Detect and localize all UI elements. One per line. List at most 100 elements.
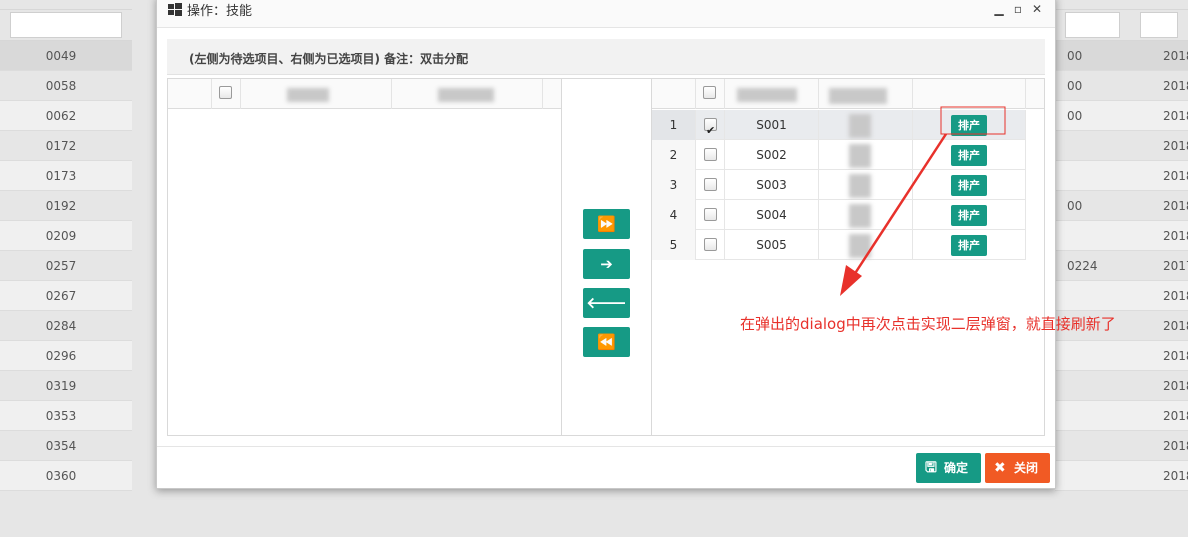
double-chevron-right-icon: ⏩ bbox=[597, 215, 616, 233]
bg-table-row-date: 2018 bbox=[1130, 191, 1188, 221]
item-code: S003 bbox=[725, 170, 819, 200]
bg-table-row-id[interactable]: 0173 bbox=[0, 161, 132, 191]
background-table-mid-column: 00 00 00 00 0224 bbox=[1055, 0, 1130, 493]
row-checkbox[interactable] bbox=[704, 148, 717, 161]
row-checkbox-cell bbox=[696, 140, 725, 170]
bg-table-row-id[interactable]: 0062 bbox=[0, 101, 132, 131]
schedule-button[interactable]: 排产 bbox=[951, 235, 987, 256]
selected-item-row[interactable]: 4 S004 排产 bbox=[652, 200, 1026, 230]
selected-grid-header bbox=[652, 79, 1044, 109]
header-col-code bbox=[241, 79, 392, 109]
dialog-note: (左侧为待选项目、右侧为已选项目) 备注：双击分配 bbox=[167, 39, 1045, 75]
blurred-cell-text bbox=[849, 114, 871, 138]
row-number: 3 bbox=[652, 170, 696, 200]
bg-table-row-value bbox=[1055, 281, 1130, 311]
move-all-right-button[interactable]: ⏩ bbox=[583, 209, 630, 239]
available-items-panel bbox=[168, 79, 562, 435]
bg-table-row-id[interactable]: 0267 bbox=[0, 281, 132, 311]
bg-table-row-id[interactable]: 0284 bbox=[0, 311, 132, 341]
bg-table-row-id[interactable]: 0058 bbox=[0, 71, 132, 101]
header-checkbox-cell bbox=[212, 79, 241, 109]
item-name-cell bbox=[819, 170, 913, 200]
bg-table-row-id[interactable]: 0296 bbox=[0, 341, 132, 371]
header-checkbox-cell bbox=[696, 79, 725, 109]
schedule-button[interactable]: 排产 bbox=[951, 205, 987, 226]
bg-table-row-id[interactable]: 0360 bbox=[0, 461, 132, 491]
bg-table-row-date: 2018 bbox=[1130, 41, 1188, 71]
confirm-button[interactable]: 🖫 确定 bbox=[916, 453, 981, 483]
bg-table-row-value bbox=[1055, 341, 1130, 371]
schedule-button[interactable]: 排产 bbox=[951, 115, 987, 136]
close-button[interactable]: ✖ 关闭 bbox=[985, 453, 1050, 483]
bg-header bbox=[1055, 0, 1130, 10]
item-name-cell bbox=[819, 200, 913, 230]
schedule-button[interactable]: 排产 bbox=[951, 175, 987, 196]
item-code: S005 bbox=[725, 230, 819, 260]
bg-table-row-id[interactable]: 0172 bbox=[0, 131, 132, 161]
bg-filter-input[interactable] bbox=[1065, 12, 1120, 38]
header-col-code bbox=[725, 79, 819, 109]
close-x-icon: ✖ bbox=[994, 460, 1006, 476]
selected-item-row[interactable]: 5 S005 排产 bbox=[652, 230, 1026, 260]
schedule-button[interactable]: 排产 bbox=[951, 145, 987, 166]
blurred-header-text bbox=[438, 88, 494, 102]
selected-item-row[interactable]: 1 S001 排产 bbox=[652, 110, 1026, 146]
bg-filter-row bbox=[1055, 10, 1130, 41]
blurred-header-text bbox=[829, 88, 887, 104]
row-number: 4 bbox=[652, 200, 696, 230]
row-number: 5 bbox=[652, 230, 696, 260]
row-checkbox-cell bbox=[696, 230, 725, 260]
row-checkbox[interactable] bbox=[704, 238, 717, 251]
windows-icon bbox=[168, 3, 182, 16]
save-icon: 🖫 bbox=[925, 460, 937, 476]
bg-header bbox=[1130, 0, 1188, 10]
bg-table-row-value bbox=[1055, 401, 1130, 431]
blurred-cell-text bbox=[849, 144, 871, 168]
bg-table-row-id[interactable]: 0049 bbox=[0, 41, 132, 71]
bg-table-row-date: 2018 bbox=[1130, 401, 1188, 431]
move-right-button[interactable]: ➔ bbox=[583, 249, 630, 279]
move-left-button[interactable]: 🡐 bbox=[583, 288, 630, 318]
action-cell: 排产 bbox=[913, 140, 1026, 170]
bg-table-row-id[interactable]: 0319 bbox=[0, 371, 132, 401]
bg-table-row-date: 2018 bbox=[1130, 71, 1188, 101]
dialog-title: 操作：技能 bbox=[187, 4, 253, 19]
confirm-label: 确定 bbox=[944, 461, 969, 475]
maximize-icon[interactable]: ▫ bbox=[1010, 1, 1026, 17]
bg-filter-row bbox=[0, 10, 132, 41]
bg-table-row-id[interactable]: 0354 bbox=[0, 431, 132, 461]
bg-table-row-date: 2018 bbox=[1130, 371, 1188, 401]
bg-filter-input[interactable] bbox=[10, 12, 122, 38]
bg-table-row-id[interactable]: 0353 bbox=[0, 401, 132, 431]
select-all-available-checkbox[interactable] bbox=[219, 86, 232, 99]
bg-table-row-value: 00 bbox=[1055, 101, 1130, 131]
action-cell: 排产 bbox=[913, 170, 1026, 200]
blurred-header-text bbox=[287, 88, 329, 102]
selected-item-row[interactable]: 3 S003 排产 bbox=[652, 170, 1026, 200]
item-name-cell bbox=[819, 230, 913, 260]
minimize-icon[interactable]: ▁ bbox=[991, 1, 1007, 17]
bg-table-row-id[interactable]: 0192 bbox=[0, 191, 132, 221]
bg-table-row-id[interactable]: 0257 bbox=[0, 251, 132, 281]
bg-table-row-value bbox=[1055, 161, 1130, 191]
bg-table-row-value bbox=[1055, 131, 1130, 161]
header-col-name bbox=[392, 79, 543, 109]
row-checkbox-cell bbox=[696, 170, 725, 200]
bg-filter-row bbox=[1130, 10, 1188, 41]
row-checkbox[interactable] bbox=[704, 116, 717, 146]
bg-filter-input[interactable] bbox=[1140, 12, 1178, 38]
move-all-left-button[interactable]: ⏪ bbox=[583, 327, 630, 357]
select-all-selected-checkbox[interactable] bbox=[703, 86, 716, 99]
arrow-right-icon: ➔ bbox=[600, 255, 613, 273]
close-icon[interactable]: ✕ bbox=[1029, 1, 1045, 17]
row-checkbox-cell bbox=[696, 110, 725, 146]
bg-header bbox=[0, 0, 132, 10]
bg-table-row-id[interactable]: 0209 bbox=[0, 221, 132, 251]
row-checkbox[interactable] bbox=[704, 208, 717, 221]
arrow-left-icon: 🡐 bbox=[586, 294, 627, 312]
row-checkbox[interactable] bbox=[704, 178, 717, 191]
dialog-titlebar[interactable]: 操作：技能 ▁ ▫ ✕ bbox=[157, 0, 1055, 28]
selected-item-row[interactable]: 2 S002 排产 bbox=[652, 140, 1026, 170]
bg-table-row-value: 00 bbox=[1055, 41, 1130, 71]
blurred-cell-text bbox=[849, 204, 871, 228]
